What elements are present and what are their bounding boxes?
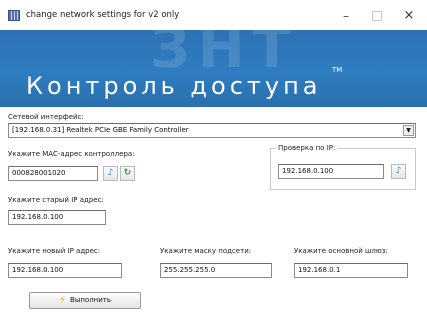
interface-select[interactable]: [192.168.0.31] Realtek PCIe GBE Family C… (8, 123, 416, 138)
ping-group-label: Проверка по IP: (276, 144, 338, 152)
interface-label: Сетевой интерфейс: (8, 113, 84, 121)
banner-title: Контроль доступа (26, 72, 322, 100)
subnet-mask-label: Укажите маску подсети: (160, 247, 252, 255)
title-bar: change network settings for v2 only – × (0, 0, 427, 30)
subnet-mask-input[interactable]: 255.255.255.0 (160, 263, 272, 278)
header-banner: ЗНТ Контроль доступа TM (0, 30, 427, 107)
trademark-mark: TM (332, 66, 343, 74)
old-ip-label: Укажите старый IP адрес: (8, 196, 104, 204)
execute-button[interactable]: ⚡ Выполнить (29, 292, 141, 309)
note-icon[interactable]: ♪ (103, 166, 118, 181)
settings-form: Сетевой интерфейс: [192.168.0.31] Realte… (0, 107, 427, 318)
mac-label: Укажите MAC-адрес контроллера: (8, 150, 135, 158)
gateway-input[interactable]: 192.168.0.1 (294, 263, 408, 278)
maximize-icon (372, 11, 382, 21)
ping-note-icon[interactable]: ♪ (391, 164, 406, 179)
lightning-icon: ⚡ (58, 295, 67, 306)
window-title: change network settings for v2 only (26, 10, 180, 20)
old-ip-input[interactable]: 192.168.0.100 (8, 210, 106, 225)
close-button[interactable]: × (393, 4, 425, 28)
execute-button-label: Выполнить (70, 296, 112, 304)
app-icon (8, 10, 20, 21)
new-ip-label: Укажите новый IP адрес: (8, 247, 101, 255)
maximize-button[interactable] (361, 4, 393, 28)
new-ip-input[interactable]: 192.168.0.100 (8, 263, 122, 278)
minimize-button[interactable]: – (330, 4, 362, 28)
refresh-icon[interactable]: ↻ (120, 166, 135, 181)
chevron-down-icon[interactable]: ▼ (403, 125, 414, 136)
gateway-label: Укажите основной шлюз: (294, 247, 388, 255)
mac-address-input[interactable]: 000828001020 (8, 166, 98, 181)
ping-ip-input[interactable]: 192.168.0.100 (278, 164, 384, 179)
interface-select-value: [192.168.0.31] Realtek PCIe GBE Family C… (12, 126, 189, 134)
